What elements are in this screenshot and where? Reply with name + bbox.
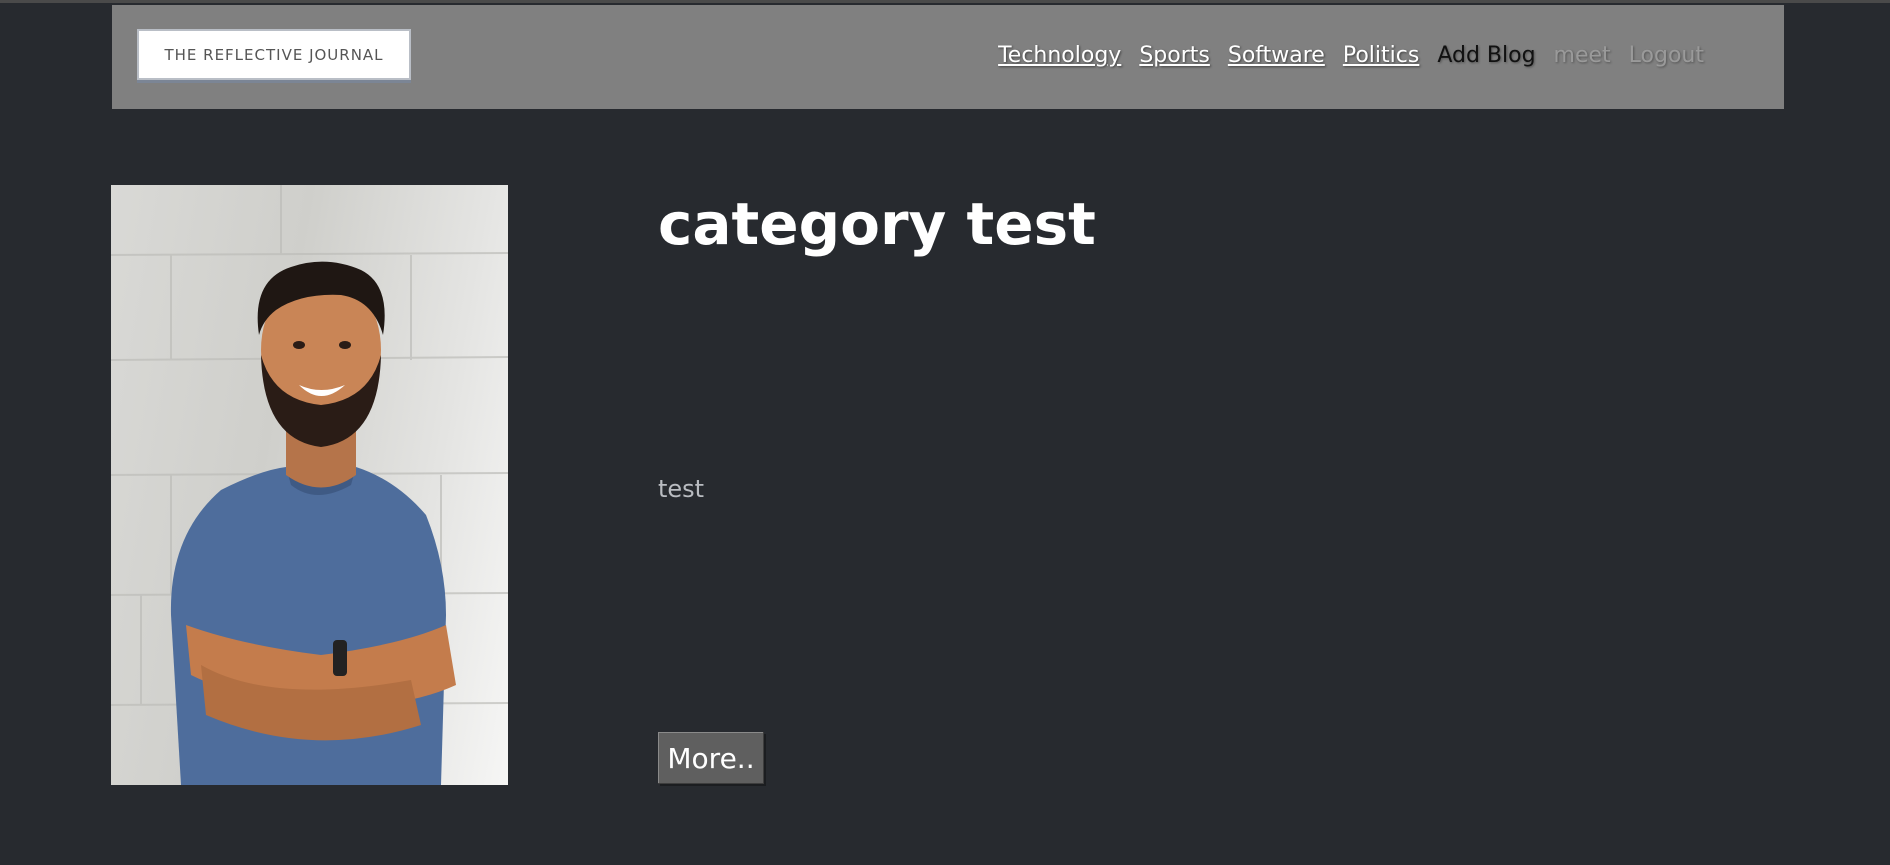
person-portrait-illustration xyxy=(111,185,508,785)
post-image xyxy=(111,185,508,785)
nav-link-meet[interactable]: meet xyxy=(1554,43,1611,68)
navbar: THE REFLECTIVE JOURNAL Technology Sports… xyxy=(112,5,1784,109)
nav-links: Technology Sports Software Politics Add … xyxy=(998,43,1704,68)
nav-link-logout[interactable]: Logout xyxy=(1629,43,1704,68)
nav-link-politics[interactable]: Politics xyxy=(1343,43,1419,68)
post-body: test xyxy=(658,475,705,503)
nav-link-add-blog[interactable]: Add Blog xyxy=(1437,43,1535,68)
nav-link-sports[interactable]: Sports xyxy=(1139,43,1210,68)
site-logo[interactable]: THE REFLECTIVE JOURNAL xyxy=(137,29,411,80)
nav-link-software[interactable]: Software xyxy=(1228,43,1325,68)
logo-text: THE REFLECTIVE JOURNAL xyxy=(164,45,384,64)
nav-link-technology[interactable]: Technology xyxy=(998,43,1121,68)
top-border xyxy=(0,0,1890,3)
post-title: category test xyxy=(658,190,1096,258)
more-button[interactable]: More.. xyxy=(658,732,764,784)
